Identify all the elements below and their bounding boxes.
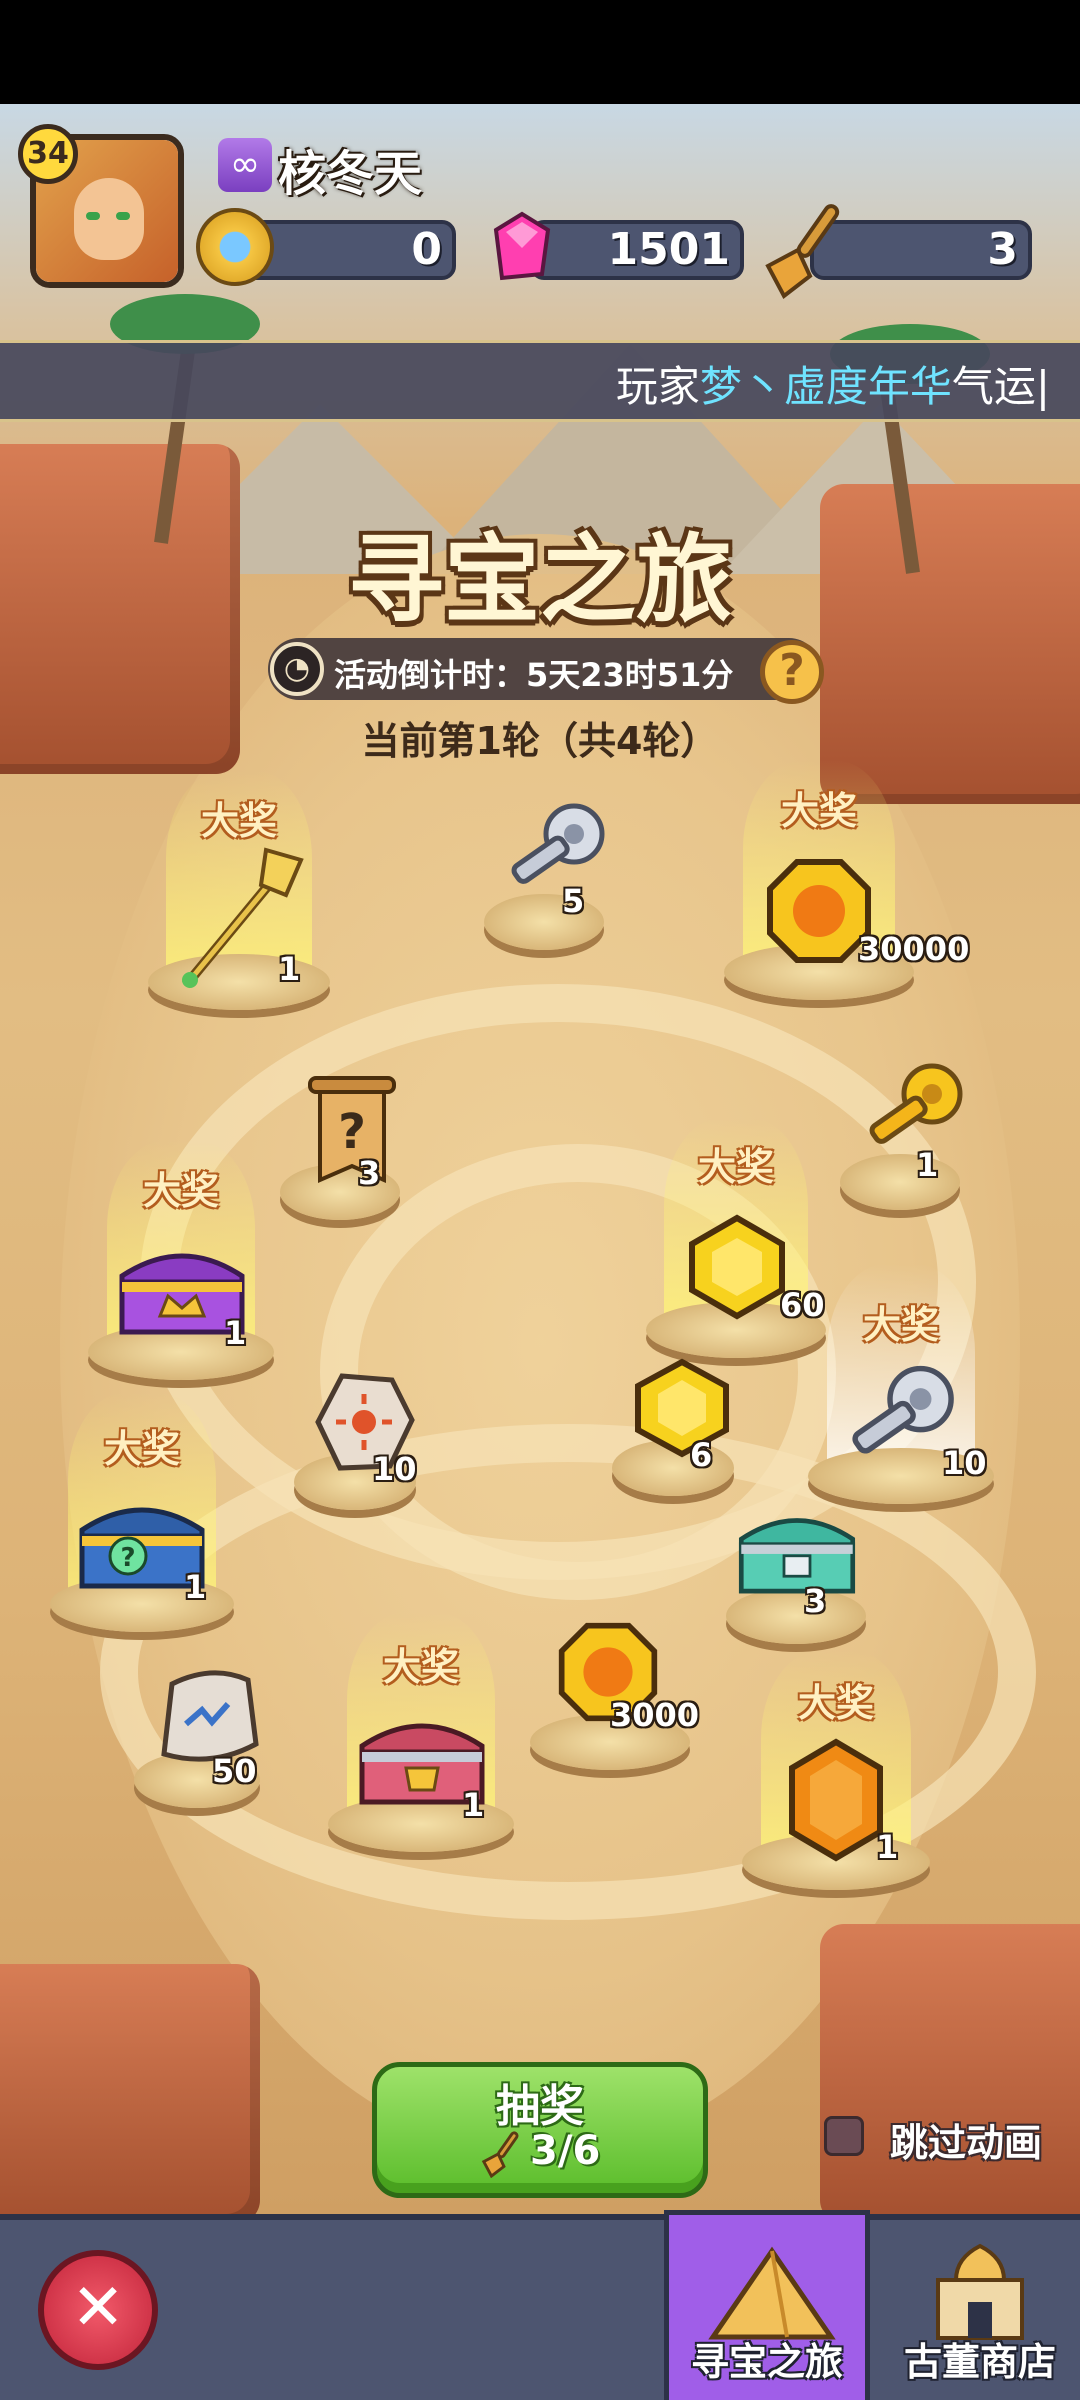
grand-prize-label: 大奖 xyxy=(382,1645,459,1689)
pink-gem-icon xyxy=(482,208,560,286)
level-badge: 34 xyxy=(18,124,78,184)
reward-node: ? 3 xyxy=(280,1070,400,1220)
player-name: 核冬天 xyxy=(278,146,423,202)
silver-key-icon xyxy=(502,800,612,910)
marquee-text: 玩家梦丶虚度年华气运| xyxy=(616,353,1050,414)
reward-qty: 30000 xyxy=(858,930,970,968)
infinity-vip-icon: ∞ xyxy=(218,138,272,192)
blue-coin-icon xyxy=(196,208,274,286)
grand-prize-label: 大奖 xyxy=(697,1145,774,1189)
reward-qty: 1 xyxy=(278,950,301,988)
marquee-player-name: 梦丶虚度年华 xyxy=(699,362,952,411)
marquee-prefix: 玩家 xyxy=(615,362,700,411)
gold-gem-icon xyxy=(630,1356,734,1460)
rock-formation xyxy=(820,1924,1080,2214)
event-title: 寻宝之旅 xyxy=(348,524,732,636)
reward-node: 大奖 30000 xyxy=(724,760,969,1000)
svg-text:?: ? xyxy=(338,1104,366,1160)
reward-node: 大奖 60 xyxy=(646,1118,826,1358)
reward-node: 50 xyxy=(134,1664,260,1808)
countdown-text: 活动倒计时：5天23时51分 xyxy=(334,656,734,694)
grand-prize-label: 大奖 xyxy=(103,1427,180,1471)
tab-label: 古董商店 xyxy=(903,2340,1056,2384)
shop-building-icon xyxy=(924,2240,1036,2344)
shovel-icon xyxy=(478,2128,528,2179)
marquee-suffix: 气运| xyxy=(951,362,1050,411)
reward-node: 大奖 10 xyxy=(808,1264,994,1504)
gold-gem-icon xyxy=(682,1212,792,1322)
pyramid-icon xyxy=(707,2245,837,2345)
status-bar xyxy=(0,0,1080,104)
reward-qty: 1 xyxy=(184,1568,207,1606)
skip-animation-checkbox[interactable] xyxy=(824,2116,864,2156)
grand-prize-label: 大奖 xyxy=(200,799,277,843)
help-button[interactable]: ? xyxy=(760,640,824,704)
mystery-scroll-icon: ? xyxy=(302,1070,402,1190)
announcement-marquee: 玩家梦丶虚度年华气运| xyxy=(0,340,1080,422)
reward-node: 10 xyxy=(294,1370,417,1510)
reward-qty: 1 xyxy=(916,1146,939,1184)
rock-formation xyxy=(0,1964,260,2214)
shovel-icon xyxy=(760,196,856,300)
tab-antique-shop[interactable]: 古董商店 xyxy=(880,2226,1080,2400)
reward-qty: 1 xyxy=(224,1314,247,1352)
reward-qty: 6 xyxy=(690,1436,713,1474)
grand-prize-label: 大奖 xyxy=(780,789,857,833)
reward-node: 1 xyxy=(840,1060,963,1210)
draw-label: 抽奖 xyxy=(496,2081,584,2132)
reward-qty: 3 xyxy=(358,1154,381,1192)
reward-node: 3000 xyxy=(530,1620,699,1770)
reward-node: 大奖 1 xyxy=(148,770,330,1010)
reward-qty: 50 xyxy=(212,1752,257,1790)
reward-qty: 1 xyxy=(876,1828,899,1866)
gold-key-icon xyxy=(860,1060,970,1170)
close-button[interactable]: ✕ xyxy=(38,2250,158,2370)
gem-counter: 1501 xyxy=(530,220,744,280)
grand-prize-label: 大奖 xyxy=(142,1169,219,1213)
reward-qty: 1 xyxy=(462,1786,485,1824)
teal-chest-icon xyxy=(732,1498,862,1608)
grand-prize-label: 大奖 xyxy=(797,1681,874,1725)
grand-prize-label: 大奖 xyxy=(862,1303,939,1347)
reward-qty: 5 xyxy=(562,882,585,920)
skip-animation-label[interactable]: 跳过动画 xyxy=(890,2112,1042,2167)
reward-qty: 3 xyxy=(804,1582,827,1620)
round-text: 当前第1轮（共4轮） xyxy=(361,719,719,763)
reward-node: 3 xyxy=(726,1498,866,1644)
reward-node: 5 xyxy=(484,800,605,950)
amber-gem-icon xyxy=(786,1738,886,1862)
reward-qty: 10 xyxy=(942,1444,987,1482)
reward-qty: 3000 xyxy=(610,1696,700,1734)
reward-node: 大奖 ? 1 xyxy=(50,1392,234,1632)
reward-node: 大奖 1 xyxy=(742,1650,930,1890)
reward-qty: 10 xyxy=(372,1450,417,1488)
reward-node: 大奖 1 xyxy=(88,1140,274,1380)
tab-label: 寻宝之旅 xyxy=(690,2340,843,2384)
tab-treasure-hunt[interactable]: 寻宝之旅 xyxy=(664,2210,870,2400)
clock-icon: ◔ xyxy=(270,642,324,696)
draw-count: 3/6 xyxy=(530,2128,601,2174)
reward-node: 6 xyxy=(612,1356,734,1496)
svg-text:?: ? xyxy=(120,1543,135,1573)
reward-node: 大奖 1 xyxy=(328,1612,514,1852)
